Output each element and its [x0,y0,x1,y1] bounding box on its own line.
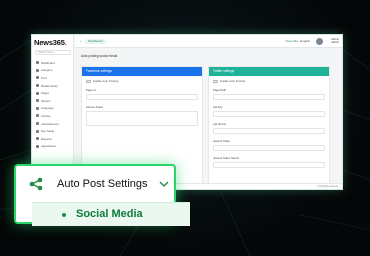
appearance-icon [36,144,39,148]
sidebar-item-post[interactable]: Post › [32,74,74,82]
access-token-secret-input[interactable] [213,162,325,168]
pages-icon [36,91,39,95]
auto-post-settings-menu: Auto Post Settings Social Media [14,164,190,226]
page-title: Auto posting social media [81,54,118,58]
page-path-input[interactable] [213,94,325,100]
toggle-switch[interactable] [213,79,218,83]
archive-icon [36,114,39,118]
chevron-icon: › [70,68,71,72]
form-field: Access Token [209,139,329,151]
language-select[interactable]: English [300,39,310,43]
dashboard-chip[interactable]: Dashboard [85,39,106,44]
sidebar-menu: Dashboard Category › Post › Media Library ›… [32,59,74,150]
page-id-input[interactable] [86,94,198,100]
submenu-item-social-media[interactable]: Social Media [32,202,190,226]
auto-posting-toggle[interactable]: Enable Auto Posting [209,76,329,83]
chevron-icon: › [70,99,71,103]
sidebar-item-opinion[interactable]: Opinion › [32,97,74,105]
sidebar-item-appearance[interactable]: Appearance › [32,143,74,151]
post-icon [36,76,39,80]
chevron-icon: › [70,144,71,148]
auto-post-settings-item[interactable]: Auto Post Settings [16,166,174,200]
field-label: Api Key [213,105,223,109]
auto-posting-toggle[interactable]: Enable Auto Posting [82,76,202,83]
chevron-icon: › [70,129,71,133]
share-icon [29,177,43,191]
submenu-item-label: Social Media [76,208,143,220]
field-label: Page Id [86,88,96,92]
form-field: Page Id [82,88,202,100]
form-field: Page Path [209,88,329,100]
sidebar-item-pages[interactable]: Pages › [32,89,74,97]
panel-title: Twitter settings [209,67,329,76]
sidebar-search-input[interactable]: Search menu... [35,50,71,55]
chevron-icon: › [70,76,71,80]
brand-logo[interactable]: News365. [34,38,67,47]
twitter-settings-panel: Twitter settings Enable Auto Posting Pag… [208,66,330,184]
access-token-input[interactable] [213,145,325,151]
field-label: Page Path [213,88,227,92]
toggle-switch[interactable] [86,79,91,83]
chevron-icon: › [70,122,71,126]
panel-title: Facebook settings [82,67,202,76]
view-site-link[interactable]: View Site [286,39,298,43]
sidebar-item-advertisement[interactable]: Advertisement › [32,120,74,128]
field-label: Api Secret [213,122,226,126]
back-arrow-icon[interactable]: ← [79,38,84,44]
media-icon [36,84,39,88]
bullet-icon [62,213,66,217]
form-field: Api Secret [209,122,329,134]
category-icon [36,68,39,72]
form-field: Api Key [209,105,329,117]
copyright-text: © All rights reserved [316,185,338,188]
chevron-icon: › [70,91,71,95]
menu-item-label: Auto Post Settings [57,178,148,190]
form-field: Access Token [82,105,202,126]
api-key-input[interactable] [213,111,325,117]
api-secret-input[interactable] [213,128,325,134]
chevron-icon: › [70,114,71,118]
user-menu[interactable]: Admin Admin [331,37,339,45]
chevron-down-icon [159,181,169,187]
field-label: Access Token [86,105,104,109]
sidebar-item-media-library[interactable]: Media Library › [32,82,74,90]
reporter-icon [36,137,39,141]
seo-icon [36,129,39,133]
access-token-input[interactable] [86,111,198,126]
field-label: Access Token [213,139,231,143]
sidebar-item-language[interactable]: Language › [32,105,74,113]
language-icon [36,106,39,110]
opinion-icon [36,99,39,103]
sidebar-item-reporter[interactable]: Reporter › [32,135,74,143]
topbar: ← Dashboard View Site English Admin Admin [75,35,342,48]
field-label: Access Token Secret [213,156,240,160]
ads-icon [36,122,39,126]
sidebar-item-seo-setup[interactable]: Seo Setup › [32,127,74,135]
sidebar-item-dashboard[interactable]: Dashboard [32,59,74,67]
chevron-icon: › [70,137,71,141]
chevron-icon: › [70,84,71,88]
avatar[interactable] [316,38,323,45]
dashboard-icon [36,61,39,65]
chevron-icon: › [70,106,71,110]
form-field: Access Token Secret [209,156,329,168]
sidebar-item-category[interactable]: Category › [32,67,74,75]
sidebar-item-archive[interactable]: Archive › [32,112,74,120]
